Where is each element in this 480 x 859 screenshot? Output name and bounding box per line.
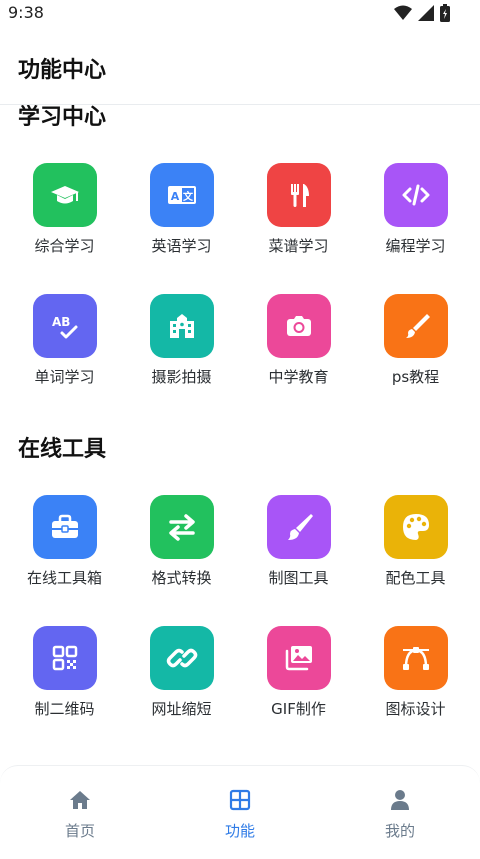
utensils-icon — [266, 163, 331, 227]
feature-word-learning[interactable]: AB 单词学习 — [6, 294, 123, 414]
feature-url-shorten[interactable]: 网址缩短 — [123, 626, 240, 746]
nav-mine[interactable]: 我的 — [320, 766, 480, 859]
feature-icon-design[interactable]: 图标设计 — [357, 626, 474, 746]
feature-ps-tutorial[interactable]: ps教程 — [357, 294, 474, 414]
wifi-icon — [394, 5, 412, 25]
feature-color-tool[interactable]: 配色工具 — [357, 495, 474, 615]
feature-label: 菜谱学习 — [268, 237, 329, 255]
feature-label: 摄影拍摄 — [151, 368, 212, 386]
link-icon — [149, 626, 214, 690]
palette-icon — [383, 495, 448, 559]
feature-label: 综合学习 — [34, 237, 95, 255]
toolbox-icon — [32, 495, 97, 559]
status-icons — [394, 4, 450, 26]
paintbrush-icon — [266, 495, 331, 559]
feature-label: 制图工具 — [268, 569, 329, 587]
page-title: 功能中心 — [18, 58, 107, 83]
feature-programming-learning[interactable]: 编程学习 — [357, 163, 474, 283]
section-title-tools: 在线工具 — [18, 437, 107, 462]
battery-icon — [440, 4, 450, 26]
feature-label: ps教程 — [391, 368, 440, 386]
feature-content[interactable]: 学习中心 综合学习 A文 英语学习 菜谱学习 编程学习 AB 单词学习 摄影拍摄… — [0, 105, 480, 765]
nav-features-label: 功能 — [224, 822, 255, 840]
building-icon — [149, 294, 214, 358]
svg-text:AB: AB — [52, 315, 70, 329]
feature-label: 编程学习 — [385, 237, 446, 255]
feature-label: 格式转换 — [151, 569, 212, 587]
brush-icon — [383, 294, 448, 358]
images-icon — [266, 626, 331, 690]
nav-home-label: 首页 — [64, 822, 95, 840]
svg-text:A: A — [170, 190, 179, 203]
feature-label: 配色工具 — [385, 569, 446, 587]
feature-recipe-learning[interactable]: 菜谱学习 — [240, 163, 357, 283]
feature-qrcode[interactable]: 制二维码 — [6, 626, 123, 746]
svg-text:文: 文 — [183, 190, 194, 203]
feature-label: 图标设计 — [385, 700, 446, 718]
grid-icon — [160, 788, 320, 816]
feature-format-convert[interactable]: 格式转换 — [123, 495, 240, 615]
feature-label: 单词学习 — [34, 368, 95, 386]
bezier-icon — [383, 626, 448, 690]
feature-gif-maker[interactable]: GIF制作 — [240, 626, 357, 746]
feature-middle-school[interactable]: 中学教育 — [240, 294, 357, 414]
nav-features[interactable]: 功能 — [160, 766, 320, 859]
language-icon: A文 — [149, 163, 214, 227]
status-time: 9:38 — [8, 3, 44, 22]
status-bar: 9:38 — [0, 0, 480, 26]
feature-english-learning[interactable]: A文 英语学习 — [123, 163, 240, 283]
section-title-learning: 学习中心 — [18, 105, 107, 130]
feature-photography[interactable]: 摄影拍摄 — [123, 294, 240, 414]
feature-label: 制二维码 — [34, 700, 95, 718]
feature-drawing-tool[interactable]: 制图工具 — [240, 495, 357, 615]
exchange-icon — [149, 495, 214, 559]
feature-comprehensive-learning[interactable]: 综合学习 — [6, 163, 123, 283]
bottom-nav: 首页 功能 我的 — [0, 765, 480, 859]
feature-label: GIF制作 — [271, 700, 326, 718]
app-header: 功能中心 — [0, 26, 480, 105]
feature-label: 网址缩短 — [151, 700, 212, 718]
qrcode-icon — [32, 626, 97, 690]
feature-online-toolbox[interactable]: 在线工具箱 — [6, 495, 123, 615]
nav-home[interactable]: 首页 — [0, 766, 160, 859]
feature-label: 英语学习 — [151, 237, 212, 255]
signal-icon — [418, 5, 434, 25]
feature-label: 在线工具箱 — [26, 569, 102, 587]
nav-mine-label: 我的 — [384, 822, 415, 840]
user-icon — [320, 788, 480, 816]
home-icon — [0, 788, 160, 816]
camera-icon — [266, 294, 331, 358]
code-icon — [383, 163, 448, 227]
feature-label: 中学教育 — [268, 368, 329, 386]
spellcheck-icon: AB — [32, 294, 97, 358]
graduation-cap-icon — [32, 163, 97, 227]
